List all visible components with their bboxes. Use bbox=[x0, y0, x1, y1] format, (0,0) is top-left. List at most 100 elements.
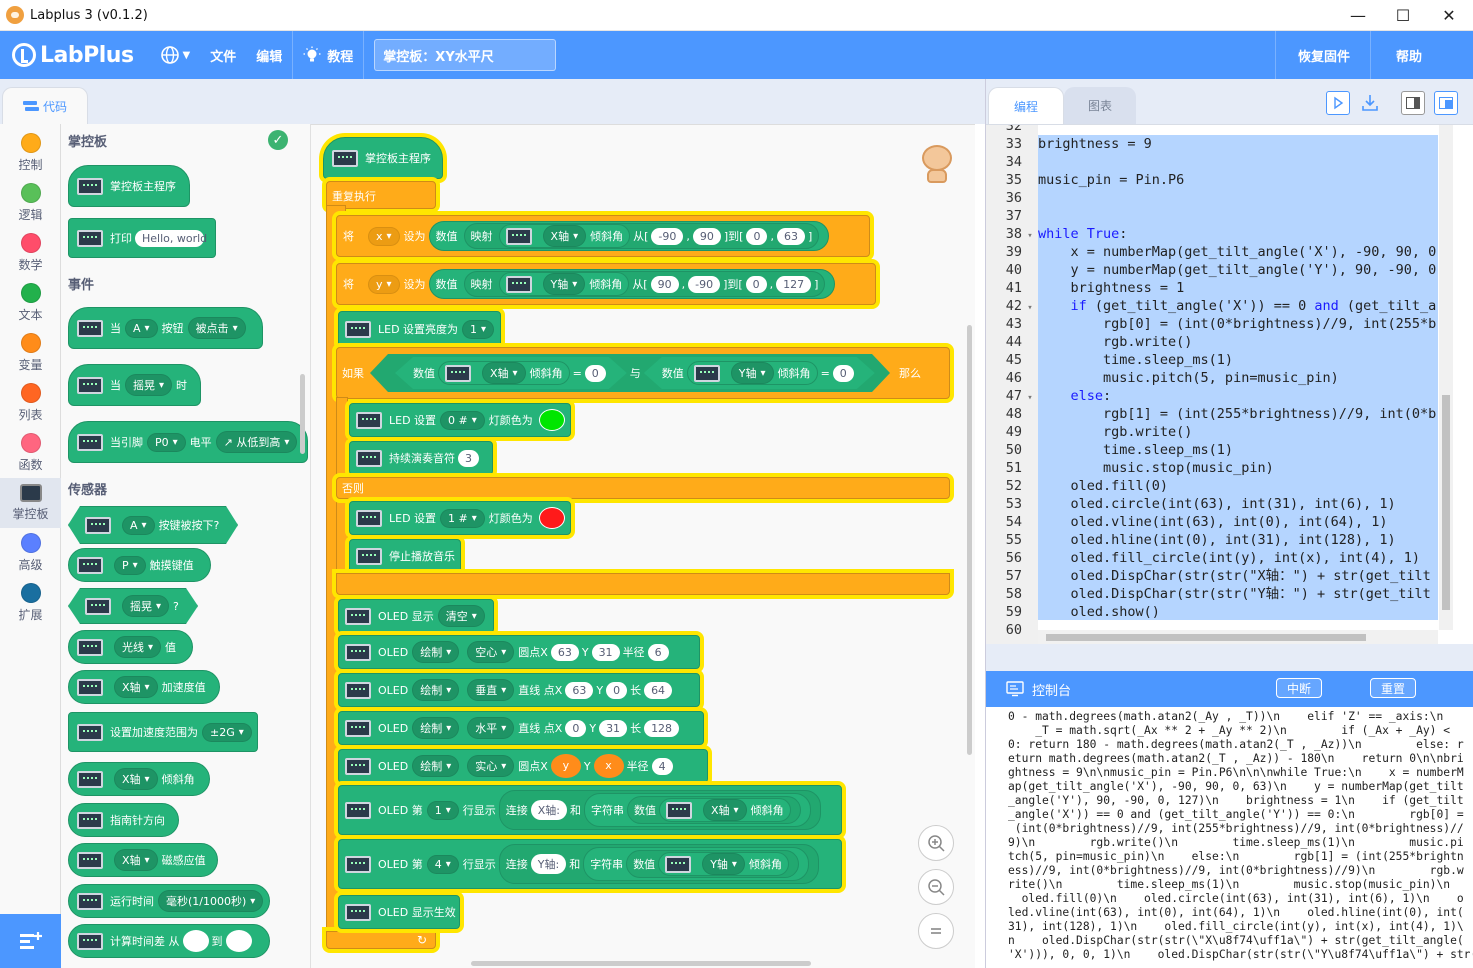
map-from-high[interactable]: -90 bbox=[688, 275, 721, 293]
length-field[interactable]: 128 bbox=[644, 719, 680, 737]
interrupt-button[interactable]: 中断 bbox=[1276, 678, 1323, 698]
variable-dropdown[interactable]: y bbox=[368, 274, 400, 294]
gesture-dropdown[interactable]: 摇晃 bbox=[125, 374, 173, 396]
block-workspace[interactable]: 掌控板主程序 重复执行 ↻ 将 x 设为 数值 映射 X轴倾斜角 从[ -90,… bbox=[311, 124, 975, 968]
block-when-pin[interactable]: 当引脚 P0电平↗ 从低到高 bbox=[68, 421, 308, 463]
map-from-low[interactable]: -90 bbox=[651, 227, 684, 245]
draw-dropdown[interactable]: 绘制 bbox=[412, 755, 460, 777]
block-shake-check[interactable]: 摇晃? bbox=[68, 588, 198, 624]
oled-vline-block[interactable]: OLED绘制垂直直线 点X63Y0长64 bbox=[338, 673, 700, 707]
map-from-high[interactable]: 90 bbox=[692, 227, 721, 245]
color-swatch-red[interactable] bbox=[538, 507, 565, 529]
block-set-accel-range[interactable]: 设置加速度范围为 ±2G bbox=[68, 712, 258, 752]
block-tilt[interactable]: X轴倾斜角 bbox=[68, 762, 210, 796]
category-3[interactable]: 数学 bbox=[0, 228, 61, 278]
category-4[interactable]: 文本 bbox=[0, 278, 61, 328]
draw-dropdown[interactable]: 绘制 bbox=[412, 641, 460, 663]
block-touch-key[interactable]: P触摸键值 bbox=[68, 548, 211, 582]
led-brightness-block[interactable]: LED 设置亮度为 1 bbox=[338, 311, 501, 347]
axis-dropdown[interactable]: X轴 bbox=[114, 768, 158, 790]
sensor-dropdown[interactable]: 光线 bbox=[114, 636, 162, 658]
tilt-reporter[interactable]: X轴倾斜角 bbox=[438, 361, 570, 385]
add-extension-button[interactable] bbox=[0, 914, 61, 968]
set-y-block[interactable]: 将 y 设为 数值 映射 Y轴倾斜角 从[ 90, -90 ]到[ 0, 127… bbox=[336, 263, 876, 305]
color-swatch-green[interactable] bbox=[538, 409, 565, 431]
block-print[interactable]: 打印 Hello, world bbox=[68, 218, 216, 258]
block-light[interactable]: 光线值 bbox=[68, 630, 193, 664]
compare-value[interactable]: 0 bbox=[585, 365, 606, 382]
oled-mode-dropdown[interactable]: 清空 bbox=[437, 605, 485, 627]
tilt-reporter[interactable]: Y轴倾斜角 bbox=[658, 852, 789, 876]
fill-dropdown[interactable]: 实心 bbox=[467, 755, 515, 777]
map-from-low[interactable]: 90 bbox=[650, 275, 679, 293]
category-1[interactable]: 控制 bbox=[0, 128, 61, 178]
tilt-reporter[interactable]: Y轴倾斜角 bbox=[498, 272, 630, 296]
block-time-diff[interactable]: 计算时间差 从 到 bbox=[68, 924, 270, 958]
from-input-slot[interactable] bbox=[182, 930, 209, 952]
x-field[interactable]: 63 bbox=[550, 643, 579, 661]
workspace-horizontal-scrollbar[interactable] bbox=[471, 961, 811, 966]
button-dropdown[interactable]: A bbox=[125, 318, 158, 338]
tab-chart[interactable]: 图表 bbox=[1064, 87, 1136, 124]
line-dir-dropdown[interactable]: 垂直 bbox=[467, 679, 515, 701]
main-program-hat-block[interactable]: 掌控板主程序 bbox=[323, 137, 443, 179]
minimize-button[interactable]: — bbox=[1335, 0, 1381, 31]
category-5[interactable]: 变量 bbox=[0, 328, 61, 378]
console-output[interactable]: 0 - math.degrees(math.atan2(_Ay , _T))\n… bbox=[986, 707, 1473, 968]
line-dir-dropdown[interactable]: 水平 bbox=[467, 717, 515, 739]
zoom-out-button[interactable] bbox=[918, 869, 954, 905]
tilt-reporter[interactable]: Y轴倾斜角 bbox=[687, 361, 818, 385]
y-field[interactable]: 31 bbox=[599, 719, 628, 737]
pin-dropdown[interactable]: P0 bbox=[147, 432, 186, 452]
y-field[interactable]: 31 bbox=[591, 643, 620, 661]
stop-music-block[interactable]: 停止播放音乐 bbox=[349, 539, 461, 573]
axis-dropdown[interactable]: X轴 bbox=[703, 799, 747, 821]
button-dropdown[interactable]: A bbox=[122, 516, 155, 535]
set-x-block[interactable]: 将 x 设为 数值 映射 X轴倾斜角 从[ -90, 90 ]到[ 0, 63 … bbox=[336, 215, 870, 257]
block-compass[interactable]: 指南针方向 bbox=[68, 803, 179, 837]
map-to-high[interactable]: 127 bbox=[776, 275, 812, 293]
map-to-high[interactable]: 63 bbox=[776, 227, 805, 245]
axis-dropdown[interactable]: Y轴 bbox=[702, 853, 745, 875]
project-name-field[interactable]: 掌控板：XY水平尺 bbox=[374, 39, 557, 71]
play-note-block[interactable]: 持续演奏音符 3 bbox=[349, 441, 493, 475]
line-dropdown[interactable]: 4 bbox=[426, 854, 459, 874]
x-field[interactable]: 0 bbox=[565, 719, 587, 737]
language-button[interactable]: ▼ bbox=[150, 31, 201, 79]
download-button[interactable] bbox=[1358, 91, 1382, 115]
edge-dropdown[interactable]: ↗ 从低到高 bbox=[215, 431, 298, 453]
join-text-field[interactable]: Y轴: bbox=[530, 854, 567, 874]
category-6[interactable]: 列表 bbox=[0, 378, 61, 428]
event-dropdown[interactable]: 被点击 bbox=[187, 317, 246, 339]
to-input-slot[interactable] bbox=[225, 930, 252, 952]
menu-edit[interactable]: 编辑 bbox=[246, 31, 292, 79]
zoom-in-button[interactable] bbox=[918, 825, 954, 861]
if-else-block[interactable]: 如果 数值 X轴倾斜角 = 0 与 数值 Y轴倾斜角 = 0 那么 bbox=[336, 347, 950, 399]
run-preview-button[interactable] bbox=[1326, 91, 1350, 115]
number-reporter[interactable]: 数值Y轴倾斜角 bbox=[626, 850, 799, 878]
join-text-field[interactable]: X轴: bbox=[530, 800, 567, 820]
oled-line1-block[interactable]: OLED 第1行显示连接X轴:和字符串数值X轴倾斜角 bbox=[338, 785, 842, 835]
help-button[interactable]: 帮助 bbox=[1396, 31, 1422, 79]
menu-file[interactable]: 文件 bbox=[200, 31, 246, 79]
variable-dropdown[interactable]: x bbox=[368, 226, 400, 246]
block-main-program[interactable]: 掌控板主程序 bbox=[68, 165, 190, 207]
x-equals-condition[interactable]: 数值 X轴倾斜角 = 0 bbox=[395, 357, 627, 389]
block-runtime[interactable]: 运行时间 毫秒(1/1000秒) bbox=[68, 884, 270, 918]
oled-clear-block[interactable]: OLED 显示 清空 bbox=[338, 599, 494, 633]
axis-dropdown[interactable]: X轴 bbox=[114, 676, 158, 698]
axis-dropdown[interactable]: X轴 bbox=[482, 362, 526, 384]
zoom-reset-button[interactable] bbox=[918, 913, 954, 949]
flyout-scrollbar[interactable] bbox=[300, 374, 305, 454]
block-when-shake[interactable]: 当摇晃时 bbox=[68, 364, 201, 406]
close-window-button[interactable]: ✕ bbox=[1426, 0, 1472, 31]
y-equals-condition[interactable]: 数值 Y轴倾斜角 = 0 bbox=[644, 357, 875, 389]
category-10[interactable]: 扩展 bbox=[0, 578, 61, 628]
join-reporter[interactable]: 连接Y轴:和字符串数值Y轴倾斜角 bbox=[498, 844, 819, 884]
led-dropdown[interactable]: 1 # bbox=[440, 508, 485, 528]
fill-dropdown[interactable]: 空心 bbox=[467, 641, 515, 663]
layout-split-button[interactable] bbox=[1401, 91, 1425, 115]
map-reporter[interactable]: 数值 映射 X轴倾斜角 从[ -90, 90 ]到[ 0, 63 ] bbox=[428, 221, 830, 251]
category-2[interactable]: 逻辑 bbox=[0, 178, 61, 228]
gesture-dropdown[interactable]: 摇晃 bbox=[122, 595, 169, 617]
